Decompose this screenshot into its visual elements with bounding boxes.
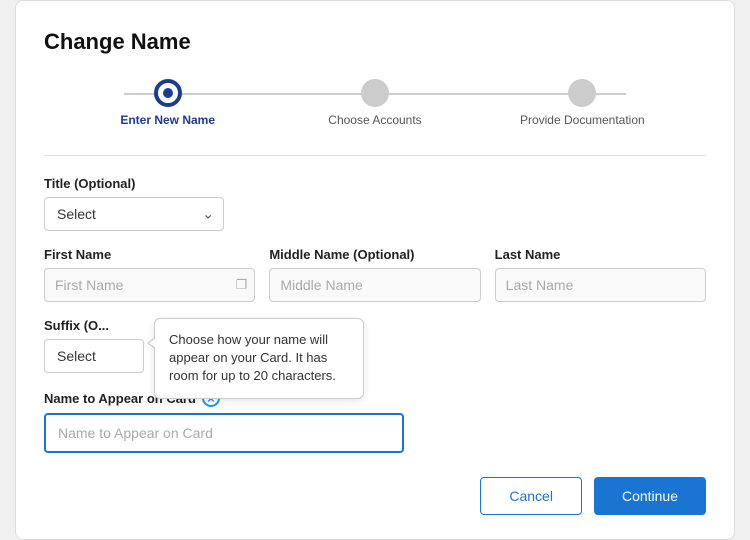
stepper: Enter New Name Choose Accounts Provide D… [44, 79, 706, 127]
name-card-section: Name to Appear on Card [44, 389, 706, 453]
step-circle-2 [361, 79, 389, 107]
first-name-input-wrapper: ❐ [44, 268, 255, 302]
first-name-label: First Name [44, 247, 255, 262]
name-row: First Name ❐ Middle Name (Optional) Last… [44, 247, 706, 302]
page-title: Change Name [44, 29, 706, 55]
tooltip: Choose how your name will appear on your… [154, 318, 364, 399]
title-select-wrapper: Select Mr. Mrs. Ms. Dr. ⌄ [44, 197, 224, 231]
title-select[interactable]: Select Mr. Mrs. Ms. Dr. [44, 197, 224, 231]
first-name-field: First Name ❐ [44, 247, 255, 302]
step-choose-accounts: Choose Accounts [271, 79, 478, 127]
name-card-input[interactable] [44, 413, 404, 453]
suffix-select-wrapper: Select Jr. Sr. II III [44, 339, 144, 373]
step-provide-documentation: Provide Documentation [479, 79, 686, 127]
continue-button[interactable]: Continue [594, 477, 706, 515]
button-row: Cancel Continue [44, 477, 706, 515]
first-name-input[interactable] [44, 268, 255, 302]
suffix-label: Suffix (O... [44, 318, 144, 333]
change-name-card: Change Name Enter New Name Choose Accoun… [15, 0, 735, 540]
cancel-button[interactable]: Cancel [480, 477, 582, 515]
last-name-label: Last Name [495, 247, 706, 262]
suffix-select[interactable]: Select Jr. Sr. II III [44, 339, 144, 373]
last-name-input[interactable] [495, 268, 706, 302]
step-label-3: Provide Documentation [520, 113, 645, 127]
calendar-icon: ❐ [236, 277, 248, 293]
last-name-field: Last Name [495, 247, 706, 302]
middle-name-input[interactable] [269, 268, 480, 302]
middle-name-label: Middle Name (Optional) [269, 247, 480, 262]
step-circle-3 [568, 79, 596, 107]
tooltip-text: Choose how your name will appear on your… [169, 332, 336, 383]
suffix-section: Suffix (O... Select Jr. Sr. II III [44, 318, 144, 373]
title-label: Title (Optional) [44, 176, 706, 191]
suffix-row: Suffix (O... Select Jr. Sr. II III Choos… [44, 318, 706, 373]
name-card-label-row: Name to Appear on Card [44, 389, 706, 407]
step-enter-new-name: Enter New Name [64, 79, 271, 127]
last-name-input-wrapper [495, 268, 706, 302]
step-label-1: Enter New Name [120, 113, 215, 127]
middle-name-field: Middle Name (Optional) [269, 247, 480, 302]
title-section: Title (Optional) Select Mr. Mrs. Ms. Dr.… [44, 176, 706, 231]
step-circle-1 [154, 79, 182, 107]
step-label-2: Choose Accounts [328, 113, 421, 127]
middle-name-input-wrapper [269, 268, 480, 302]
divider [44, 155, 706, 156]
